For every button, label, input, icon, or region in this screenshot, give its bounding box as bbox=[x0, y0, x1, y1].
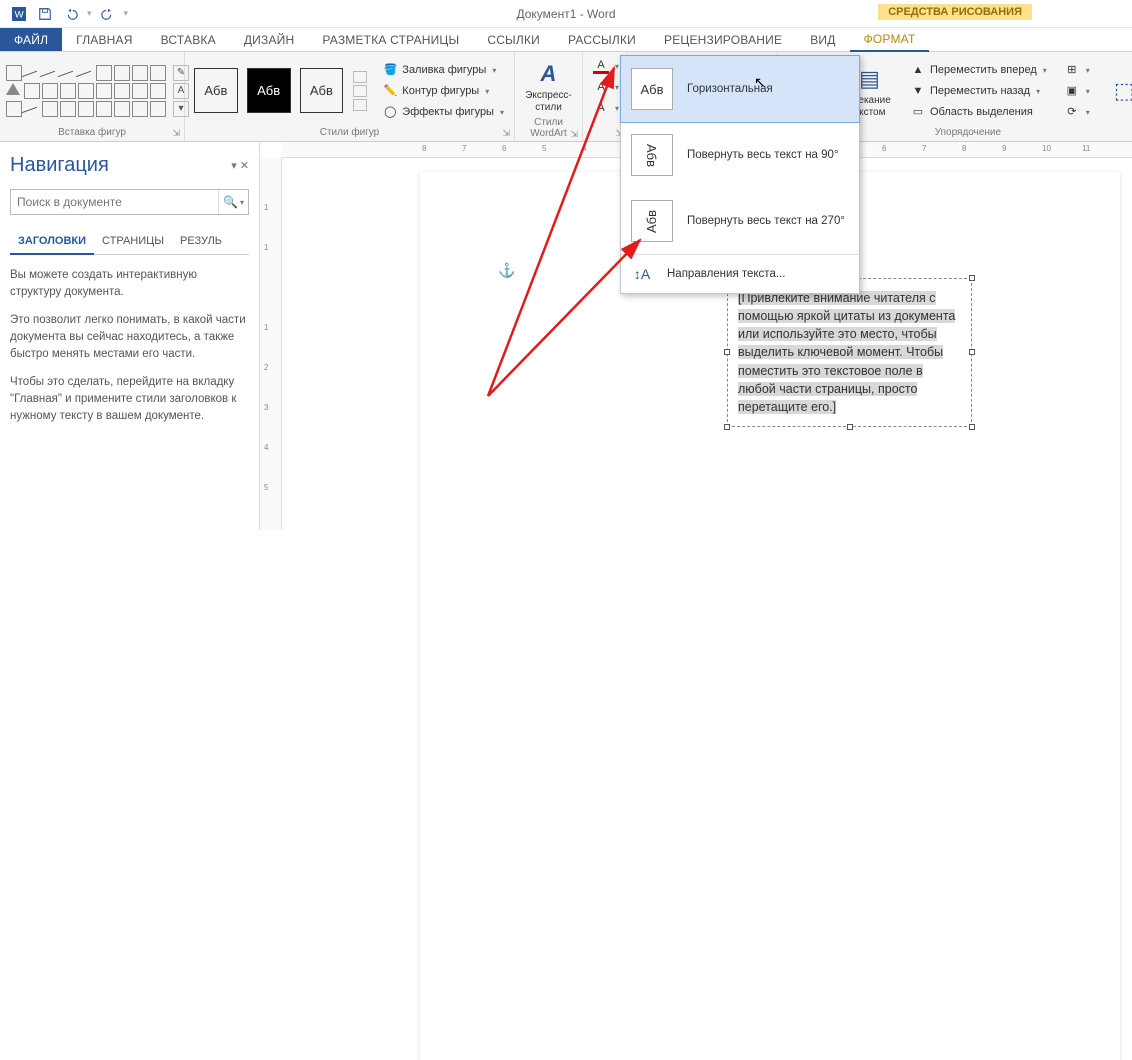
dd-horizontal[interactable]: Абв Горизонтальная bbox=[620, 55, 860, 123]
style-gallery-up[interactable] bbox=[353, 71, 367, 83]
search-button[interactable]: 🔍 bbox=[218, 190, 248, 214]
selection-pane-button[interactable]: ▭Область выделения bbox=[906, 102, 1051, 122]
wordart-styles-button[interactable]: A Экспресс-стили bbox=[521, 56, 576, 115]
word-icon: W bbox=[8, 3, 30, 25]
rotate-button[interactable]: ⟳ bbox=[1060, 102, 1094, 122]
search-input[interactable] bbox=[11, 190, 218, 214]
qat-customize[interactable]: ▾ bbox=[123, 8, 130, 19]
nav-help-2: Это позволит легко понимать, в какой час… bbox=[10, 312, 249, 362]
text-outline-button[interactable]: A bbox=[589, 77, 623, 97]
tab-format[interactable]: ФОРМАТ bbox=[850, 28, 930, 52]
send-backward-button[interactable]: ▼Переместить назад bbox=[906, 81, 1051, 101]
nav-tab-headings[interactable]: ЗАГОЛОВКИ bbox=[10, 229, 94, 255]
group-button[interactable]: ▣ bbox=[1060, 81, 1094, 101]
dd-rotate-270[interactable]: Абв Повернуть весь текст на 270° bbox=[621, 188, 859, 254]
svg-text:W: W bbox=[15, 9, 25, 20]
align-button[interactable]: ⊞ bbox=[1060, 60, 1094, 80]
nav-tab-results[interactable]: РЕЗУЛЬ bbox=[172, 229, 230, 254]
redo-button[interactable] bbox=[97, 3, 119, 25]
contextual-tab-title: СРЕДСТВА РИСОВАНИЯ bbox=[878, 4, 1032, 20]
size-group[interactable]: ⬚ bbox=[1097, 73, 1132, 109]
style-gallery-down[interactable] bbox=[353, 85, 367, 97]
dd-rotate-90[interactable]: Абв Повернуть весь текст на 90° bbox=[621, 122, 859, 188]
text-box-content[interactable]: [Привлеките внимание читателя с помощью … bbox=[738, 291, 955, 414]
save-button[interactable] bbox=[34, 3, 56, 25]
shape-outline-button[interactable]: ✏️Контур фигуры bbox=[378, 81, 508, 101]
nav-close[interactable]: ✕ bbox=[240, 160, 249, 172]
text-fill-button[interactable]: A bbox=[589, 56, 623, 76]
resize-handle[interactable] bbox=[724, 424, 730, 430]
group-label-shapes: Вставка фигур bbox=[6, 125, 178, 141]
resize-handle[interactable] bbox=[969, 275, 975, 281]
shape-style-3[interactable]: Абв bbox=[300, 68, 344, 113]
shape-style-1[interactable]: Абв bbox=[194, 68, 238, 113]
style-gallery-more[interactable] bbox=[353, 99, 367, 111]
tab-mailings[interactable]: РАССЫЛКИ bbox=[554, 28, 650, 51]
resize-handle[interactable] bbox=[969, 349, 975, 355]
tab-references[interactable]: ССЫЛКИ bbox=[473, 28, 554, 51]
resize-handle[interactable] bbox=[847, 424, 853, 430]
group-label-wordart: Стили WordArt bbox=[521, 115, 576, 142]
shape-effects-button[interactable]: ◯Эффекты фигуры bbox=[378, 102, 508, 122]
text-direction-dropdown: Абв Горизонтальная Абв Повернуть весь те… bbox=[620, 55, 860, 294]
vertical-ruler[interactable]: 11 12 34 5 bbox=[260, 158, 282, 530]
bring-forward-button[interactable]: ▲Переместить вперед bbox=[906, 60, 1051, 80]
tab-page-layout[interactable]: РАЗМЕТКА СТРАНИЦЫ bbox=[308, 28, 473, 51]
tab-view[interactable]: ВИД bbox=[796, 28, 849, 51]
resize-handle[interactable] bbox=[969, 424, 975, 430]
tab-review[interactable]: РЕЦЕНЗИРОВАНИЕ bbox=[650, 28, 796, 51]
shape-fill-button[interactable]: 🪣Заливка фигуры bbox=[378, 60, 508, 80]
anchor-icon: ⚓ bbox=[498, 262, 515, 279]
nav-help-1: Вы можете создать интерактивную структур… bbox=[10, 267, 249, 300]
tab-insert[interactable]: ВСТАВКА bbox=[147, 28, 230, 51]
tab-design[interactable]: ДИЗАЙН bbox=[230, 28, 309, 51]
resize-handle[interactable] bbox=[724, 349, 730, 355]
nav-dropdown[interactable]: ▾ bbox=[231, 160, 237, 172]
navigation-pane: Навигация ▾ ✕ 🔍 ЗАГОЛОВКИ СТРАНИЦЫ РЕЗУЛ… bbox=[0, 142, 260, 530]
undo-dropdown[interactable]: ▾ bbox=[86, 8, 93, 19]
group-label-shape-styles: Стили фигур bbox=[191, 125, 508, 141]
nav-help-3: Чтобы это сделать, перейдите на вкладку … bbox=[10, 374, 249, 424]
tab-file[interactable]: ФАЙЛ bbox=[0, 28, 62, 51]
undo-button[interactable] bbox=[60, 3, 82, 25]
nav-tab-pages[interactable]: СТРАНИЦЫ bbox=[94, 229, 172, 254]
tab-home[interactable]: ГЛАВНАЯ bbox=[62, 28, 146, 51]
nav-title: Навигация bbox=[10, 154, 109, 177]
shape-style-2[interactable]: Абв bbox=[247, 68, 291, 113]
shapes-gallery[interactable] bbox=[6, 65, 166, 117]
document-title: Документ1 - Word bbox=[516, 7, 615, 21]
text-box-object[interactable]: [Привлеките внимание читателя с помощью … bbox=[727, 278, 972, 427]
dd-more-directions[interactable]: ↕A Направления текста... bbox=[621, 255, 859, 293]
text-effects-button[interactable]: A bbox=[589, 98, 623, 118]
